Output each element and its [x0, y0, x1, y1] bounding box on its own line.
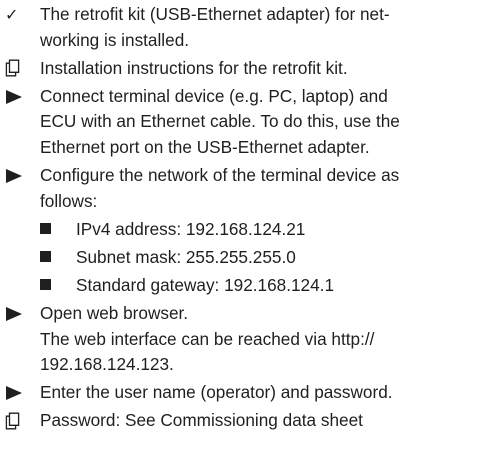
instruction-page: ✓ The retrofit kit (USB-Ethernet adapter… — [0, 0, 497, 470]
step-open-browser-line-2: The web interface can be reached via htt… — [40, 328, 375, 349]
reference-line-1: Installation instructions for the retrof… — [40, 57, 348, 78]
prerequisite-item: ✓ The retrofit kit (USB-Ethernet adapter… — [0, 2, 497, 53]
step-connect-line-1: Connect terminal device (e.g. PC, laptop… — [40, 85, 388, 106]
ipv4-address-text: IPv4 address: 192.168.124.21 — [76, 218, 306, 239]
step-configure-line-1: Configure the network of the terminal de… — [40, 165, 400, 186]
step-login-line-1: Enter the user name (operator) and passw… — [40, 382, 393, 403]
prerequisite-line-2: working is installed. — [40, 29, 190, 50]
network-settings-list: IPv4 address: 192.168.124.21 Subnet mask… — [0, 217, 497, 299]
network-setting-gateway: Standard gateway: 192.168.124.1 — [36, 273, 497, 299]
password-reference-item: Password: See Commissioning data sheet — [0, 408, 497, 434]
standard-gateway-text: Standard gateway: 192.168.124.1 — [76, 274, 335, 295]
step-open-browser-line-3: 192.168.124.123. — [40, 354, 174, 375]
check-icon: ✓ — [5, 4, 19, 24]
step-arrow-icon — [5, 163, 27, 189]
network-setting-subnet: Subnet mask: 255.255.255.0 — [36, 245, 497, 271]
step-connect: Connect terminal device (e.g. PC, laptop… — [0, 84, 497, 161]
square-bullet-icon — [40, 223, 51, 235]
step-open-browser: Open web browser. The web interface can … — [0, 301, 497, 378]
step-connect-line-3: Ethernet port on the USB-Ethernet adapte… — [40, 136, 370, 157]
step-arrow-icon — [5, 380, 27, 406]
step-open-browser-line-1: Open web browser. — [40, 303, 189, 324]
square-bullet-icon — [40, 279, 51, 291]
password-reference-line-1: Password: See Commissioning data sheet — [40, 410, 363, 431]
step-configure: Configure the network of the terminal de… — [0, 163, 497, 214]
reference-item: Installation instructions for the retrof… — [0, 56, 497, 82]
step-configure-line-2: follows: — [40, 190, 98, 211]
document-icon — [5, 408, 27, 434]
prerequisite-line-1: The retrofit kit (USB-Ethernet adapter) … — [40, 4, 390, 24]
network-setting-ipv4: IPv4 address: 192.168.124.21 — [36, 217, 497, 243]
step-connect-line-2: ECU with an Ethernet cable. To do this, … — [40, 111, 400, 132]
document-icon — [5, 56, 27, 82]
step-login: Enter the user name (operator) and passw… — [0, 380, 497, 406]
step-arrow-icon — [5, 301, 27, 327]
square-bullet-icon — [40, 251, 51, 263]
subnet-mask-text: Subnet mask: 255.255.255.0 — [76, 246, 296, 267]
step-arrow-icon — [5, 84, 27, 110]
